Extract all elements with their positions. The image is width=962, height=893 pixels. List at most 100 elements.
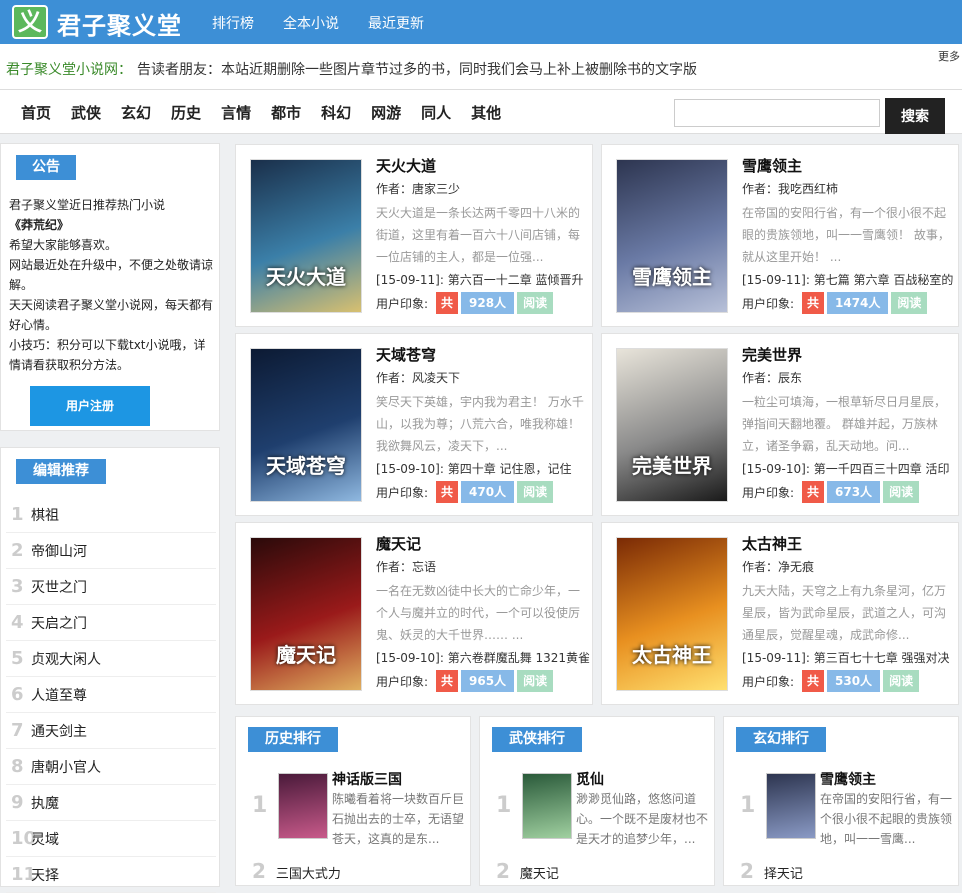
read-button[interactable]: 阅读 [517,481,554,503]
book-title[interactable]: 天域苍穹 [376,344,436,365]
book-title-link[interactable]: 帝御山河 [31,541,87,561]
nav-complete-novels[interactable]: 全本小说 [283,13,339,33]
latest-chapter-link[interactable]: [15-09-11]: 第七篇 第六章 百战秘室的 [742,271,956,288]
book-title[interactable]: 神话版三国 [332,769,402,789]
list-item[interactable]: 5 贞观大闲人 [6,641,216,677]
read-button[interactable]: 阅读 [517,292,554,314]
book-cover-image[interactable]: 雪鹰领主 [616,159,728,313]
book-title[interactable]: 天火大道 [376,155,436,176]
editor-pick-tag: 编辑推荐 [16,459,106,484]
list-item[interactable]: 3 灭世之门 [6,569,216,605]
read-button[interactable]: 阅读 [517,670,554,692]
book-cover-image[interactable] [766,773,816,839]
latest-chapter-link[interactable]: [15-09-10]: 第四十章 记住恩，记住 [376,460,590,477]
category-fanfic[interactable]: 同人 [421,102,451,123]
book-title[interactable]: 完美世界 [742,344,802,365]
book-title-link[interactable]: 贞观大闲人 [31,649,101,669]
nav-latest-updates[interactable]: 最近更新 [368,13,424,33]
book-title-link[interactable]: 唐朝小官人 [31,757,101,777]
notice-more-link[interactable]: 更多 [938,48,960,64]
list-item[interactable]: 6 人道至尊 [6,677,216,713]
category-online-game[interactable]: 网游 [371,102,401,123]
book-author[interactable]: 作者：风凌天下 [376,369,460,386]
book-title-link[interactable]: 通天剑主 [31,721,87,741]
book-title[interactable]: 魔天记 [376,533,421,554]
book-title-link[interactable]: 天启之门 [31,613,87,633]
book-description: 陈曦看着将一块数百斤巨石抛出去的士卒，无语望苍天，这真的是东... [332,792,465,846]
ranking-second-item[interactable]: 2 三国大式力 [252,859,341,883]
book-author[interactable]: 作者：我吃西红柿 [742,180,838,197]
category-wuxia[interactable]: 武侠 [71,102,101,123]
notice-text[interactable]: 告读者朋友：本站近期删除一些图片章节过多的书，同时我们会马上补上被删除书的文字版 [137,59,697,79]
book-description: 渺渺觅仙路，悠悠问道心。一个既不是废材也不是天才的追梦少年，... [576,792,709,846]
book-author[interactable]: 作者：忘语 [376,558,436,575]
book-title-link[interactable]: 灭世之门 [31,577,87,597]
cover-text: 魔天记 [276,643,336,667]
total-badge: 共 [802,481,824,503]
book-title-link[interactable]: 灵域 [31,829,59,849]
search-button[interactable]: 搜索 [885,98,945,134]
list-item[interactable]: 2 帝御山河 [6,533,216,569]
latest-chapter-link[interactable]: [15-09-11]: 第六百一十二章 蓝倾晋升 [376,271,590,288]
announcement-tag: 公告 [16,155,76,180]
list-item[interactable]: 1 棋祖 [6,497,216,533]
search-input[interactable] [674,99,880,127]
read-button[interactable]: 阅读 [891,292,928,314]
nav-rankings[interactable]: 排行榜 [212,13,254,33]
book-author[interactable]: 作者：净无痕 [742,558,814,575]
list-item[interactable]: 9 执魔 [6,785,216,821]
book-title[interactable]: 太古神王 [742,533,802,554]
impression-label: 用户印象: [742,486,795,500]
category-other[interactable]: 其他 [471,102,501,123]
site-title[interactable]: 君子聚义堂 [57,6,182,41]
impression-count-badge[interactable]: 673人 [827,481,881,503]
ranking-second-item[interactable]: 2 魔天记 [496,859,559,883]
book-cover-image[interactable]: 完美世界 [616,348,728,502]
impression-badges: 共 530人 阅读 [802,670,920,692]
list-item[interactable]: 8 唐朝小官人 [6,749,216,785]
book-author[interactable]: 作者：辰东 [742,369,802,386]
category-home[interactable]: 首页 [21,102,51,123]
book-title-link[interactable]: 人道至尊 [31,685,87,705]
ranking-second-item[interactable]: 2 择天记 [740,859,803,883]
list-item[interactable]: 11 天择 [6,857,216,893]
book-cover-image[interactable]: 天域苍穹 [250,348,362,502]
impression-count-badge[interactable]: 928人 [461,292,515,314]
book-cover-image[interactable] [522,773,572,839]
total-badge: 共 [802,670,824,692]
site-logo-icon[interactable]: 义 [12,5,48,39]
book-title[interactable]: 雪鹰领主 [742,155,802,176]
read-button[interactable]: 阅读 [883,481,920,503]
rank-number: 1 [11,504,24,525]
list-item[interactable]: 4 天启之门 [6,605,216,641]
book-title-link[interactable]: 执魔 [31,793,59,813]
book-title[interactable]: 觅仙 [576,769,604,789]
category-urban[interactable]: 都市 [271,102,301,123]
book-description: 一粒尘可填海，一根草斩尽日月星辰，弹指间天翻地覆。 群雄并起，万族林立，诸圣争霸… [742,395,947,453]
book-cover-image[interactable]: 天火大道 [250,159,362,313]
impression-count-badge[interactable]: 965人 [461,670,515,692]
book-cover-image[interactable]: 魔天记 [250,537,362,691]
book-author[interactable]: 作者：唐家三少 [376,180,460,197]
list-item[interactable]: 7 通天剑主 [6,713,216,749]
latest-chapter-link[interactable]: [15-09-10]: 第六卷群魔乱舞 1321黄雀 [376,649,590,666]
impression-count-badge[interactable]: 530人 [827,670,881,692]
book-cover-image[interactable]: 太古神王 [616,537,728,691]
book-title-link[interactable]: 棋祖 [31,505,59,525]
impression-badges: 共 928人 阅读 [436,292,554,314]
category-romance[interactable]: 言情 [221,102,251,123]
latest-chapter-link[interactable]: [15-09-11]: 第三百七十七章 强强对决 [742,649,956,666]
book-cover-image[interactable] [278,773,328,839]
rank-number: 10 [11,828,37,849]
announcement-featured-book[interactable]: 《莽荒纪》 [9,215,214,235]
category-scifi[interactable]: 科幻 [321,102,351,123]
impression-count-badge[interactable]: 1474人 [827,292,889,314]
impression-count-badge[interactable]: 470人 [461,481,515,503]
latest-chapter-link[interactable]: [15-09-10]: 第一千四百三十四章 活印 [742,460,956,477]
read-button[interactable]: 阅读 [883,670,920,692]
register-button[interactable]: 用户注册 [30,386,150,426]
book-title[interactable]: 雪鹰领主 [820,769,876,789]
list-item[interactable]: 10 灵域 [6,821,216,857]
category-xuanhuan[interactable]: 玄幻 [121,102,151,123]
category-history[interactable]: 历史 [171,102,201,123]
